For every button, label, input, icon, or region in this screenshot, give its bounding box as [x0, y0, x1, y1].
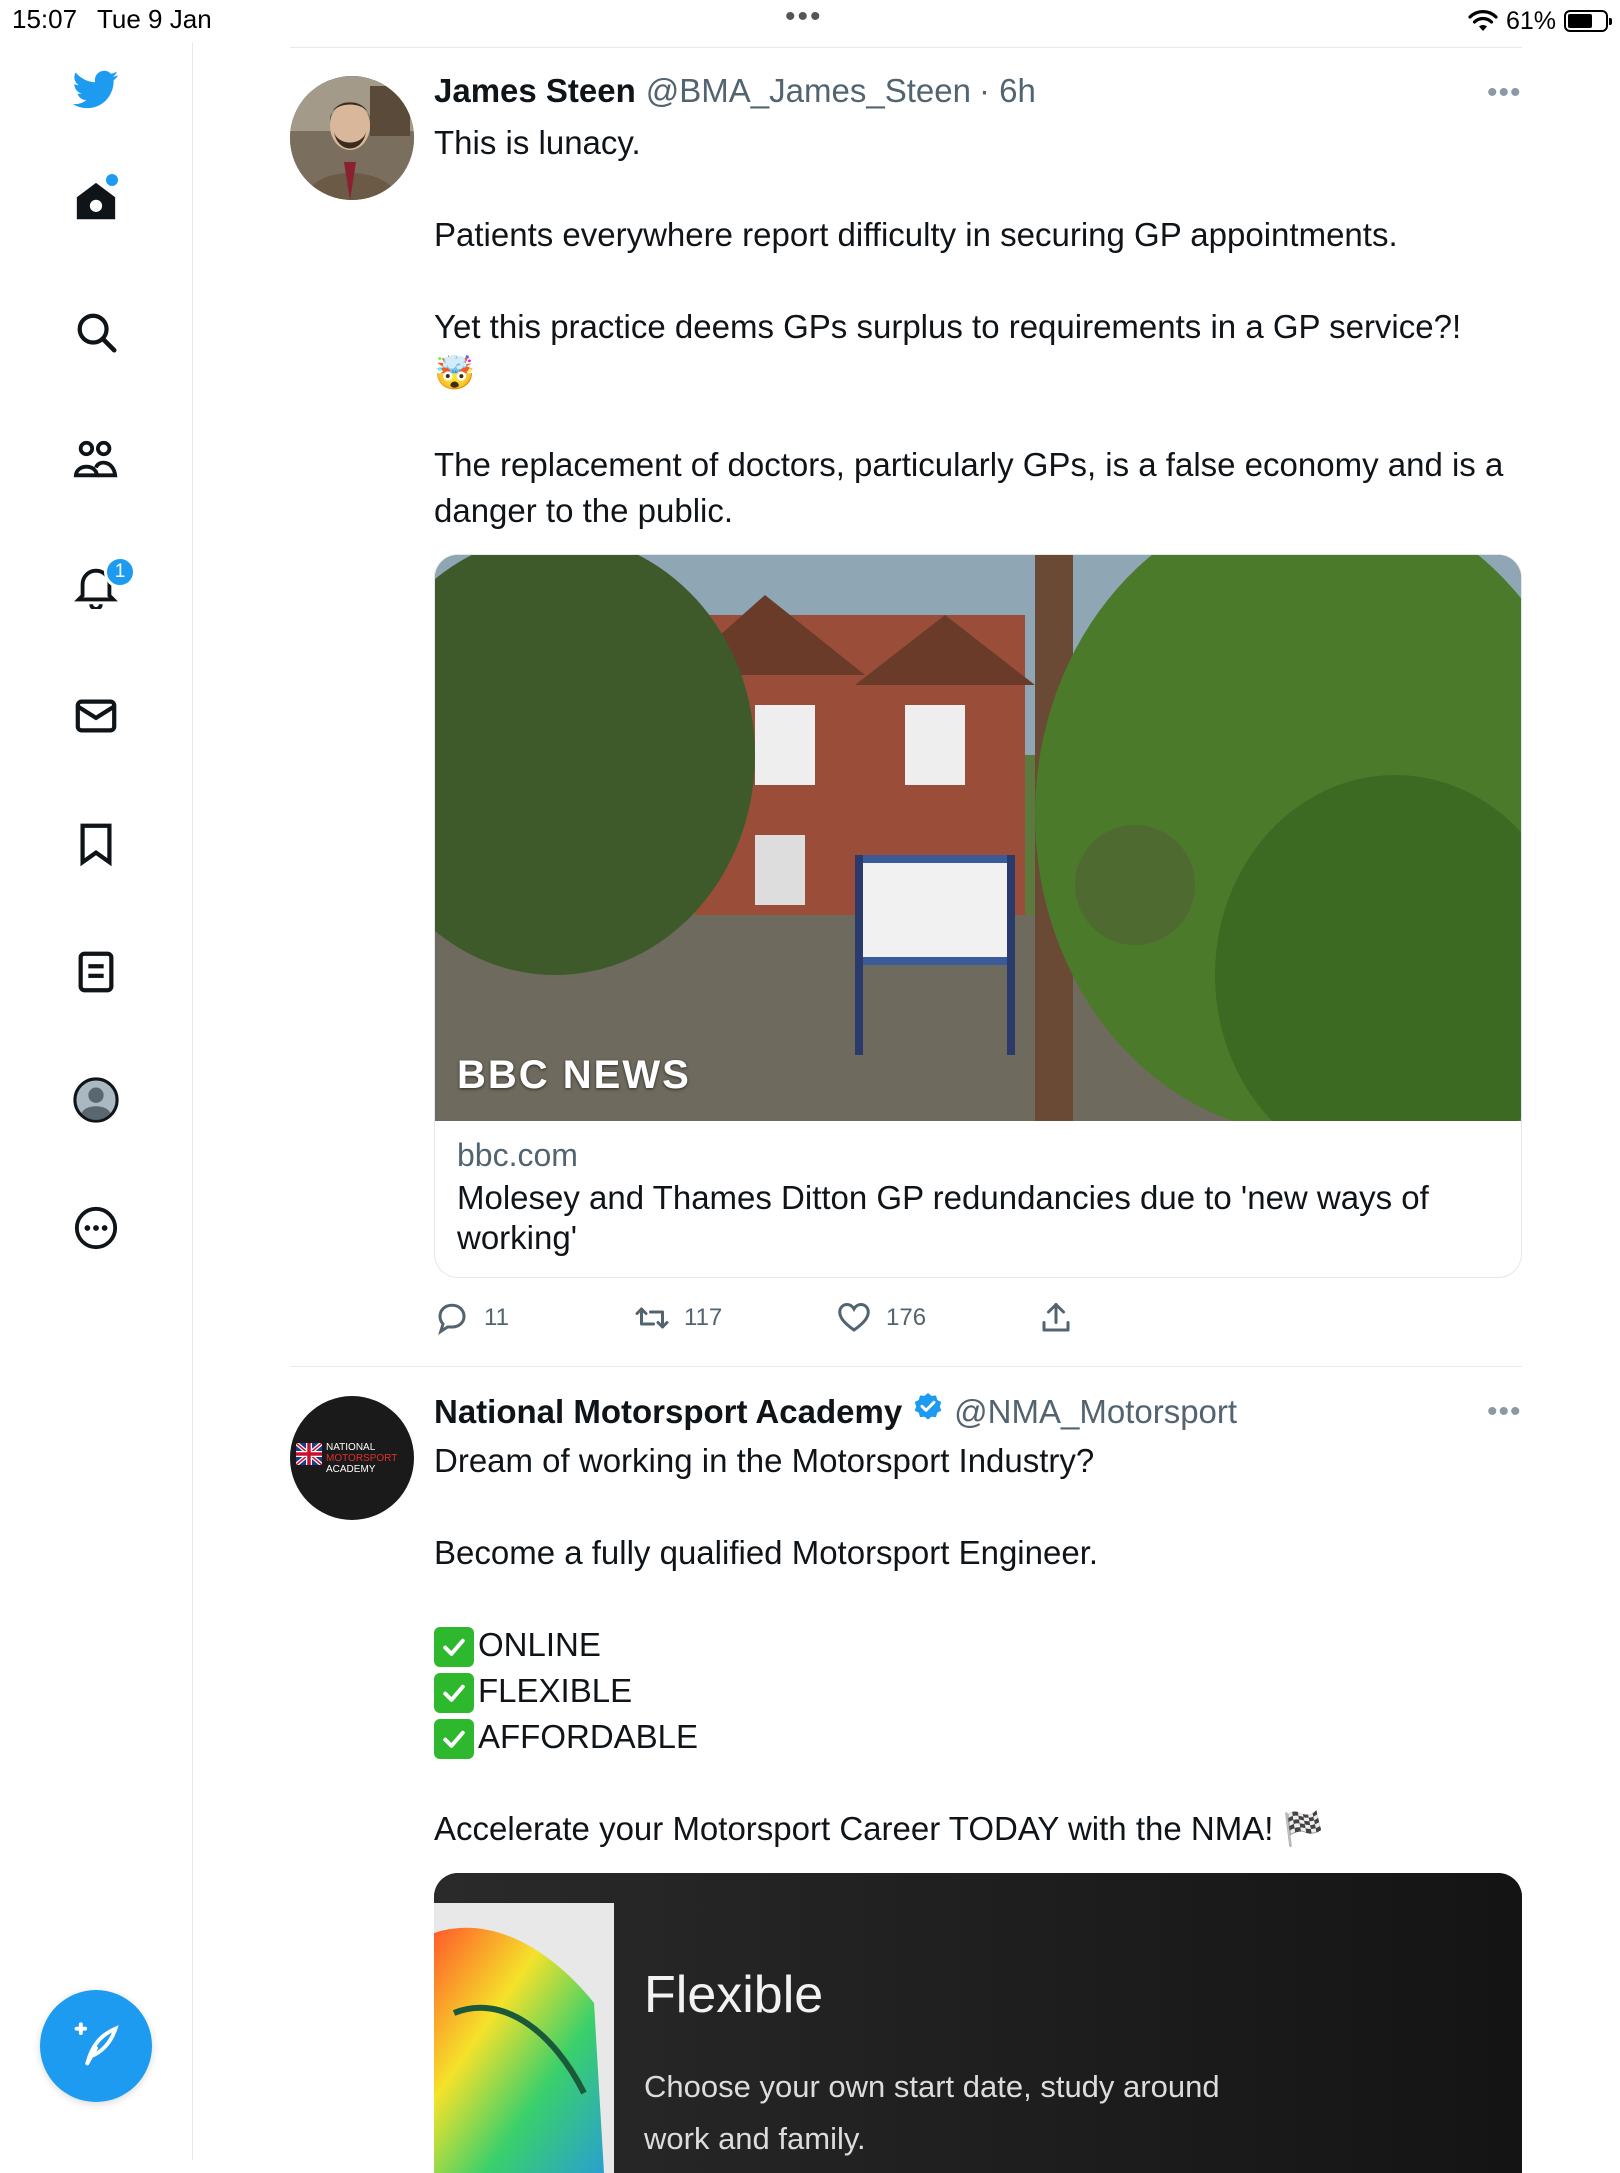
tweet-line: Become a fully qualified Motorsport Engi…: [434, 1534, 1099, 1571]
status-right: 61%: [1468, 4, 1612, 38]
compose-tweet-button[interactable]: [40, 1990, 152, 2102]
card-image: BBC NEWS: [435, 555, 1521, 1175]
avatar-logo-line: ACADEMY: [326, 1464, 376, 1475]
tweet-line: Accelerate your Motorsport Career TODAY …: [434, 1810, 1324, 1847]
tweet-text: Dream of working in the Motorsport Indus…: [434, 1438, 1524, 1852]
checklist-label: FLEXIBLE: [478, 1672, 633, 1709]
tweet-checklist-item: FLEXIBLE: [434, 1668, 1524, 1714]
checkmark-icon: [434, 1627, 474, 1667]
battery-percent: 61%: [1505, 6, 1556, 35]
communities-icon[interactable]: [66, 430, 126, 490]
promo-body-line: Choose your own start date, study around: [644, 2069, 1220, 2104]
bbc-news-watermark: BBC NEWS: [457, 1053, 691, 1097]
tweet-line: Dream of working in the Motorsport Indus…: [434, 1442, 1095, 1479]
checkmark-icon: [434, 1673, 474, 1713]
checklist-label: AFFORDABLE: [478, 1718, 699, 1755]
tweet-line: Yet this practice deems GPs surplus to r…: [434, 308, 1462, 345]
avatar-logo-line: NATIONAL: [326, 1442, 376, 1453]
author-name[interactable]: National Motorsport Academy: [434, 1393, 902, 1431]
share-icon: [1042, 1303, 1070, 1332]
avatar[interactable]: NATIONAL MOTORSPORT ACADEMY: [290, 1396, 414, 1520]
battery-icon: [1564, 10, 1612, 32]
tweet-line: The replacement of doctors, particularly…: [434, 446, 1504, 529]
checklist-label: ONLINE: [478, 1626, 601, 1663]
card-info: bbc.com Molesey and Thames Ditton GP red…: [435, 1121, 1521, 1258]
status-time: 15:07: [12, 4, 78, 34]
feed-top-divider: [290, 47, 1522, 48]
author-handle[interactable]: @BMA_James_Steen: [646, 72, 971, 110]
tweet-emoji: 🤯: [434, 354, 476, 391]
tweet-text: This is lunacy. Patients everywhere repo…: [434, 120, 1524, 534]
tweet-time[interactable]: · 6h: [979, 72, 1036, 110]
checkmark-icon: [434, 1719, 474, 1759]
avatar-photo: [290, 76, 414, 200]
tweet-header: National Motorsport Academy @NMA_Motorsp…: [434, 1391, 1237, 1431]
like-button[interactable]: 176: [836, 1300, 926, 1336]
verified-badge-icon: [912, 1391, 944, 1423]
tweet-more-icon[interactable]: •••: [1487, 1395, 1522, 1429]
tweet-header: James Steen @BMA_James_Steen · 6h: [434, 72, 1036, 110]
tweet-actions: 11 117 176: [434, 1298, 1522, 1338]
reply-icon: [438, 1303, 466, 1336]
avatar-logo-text: NATIONAL MOTORSPORT ACADEMY: [326, 1442, 397, 1475]
tweet-more-icon[interactable]: •••: [1487, 76, 1522, 110]
home-unread-dot: [104, 172, 120, 188]
share-button[interactable]: [1038, 1300, 1074, 1336]
promo-heading: Flexible: [644, 1966, 824, 2024]
twitter-logo-icon[interactable]: [66, 59, 126, 119]
retweet-icon: [635, 1307, 669, 1329]
search-icon[interactable]: [66, 302, 126, 362]
author-name[interactable]: James Steen: [434, 72, 636, 110]
reply-count: 11: [484, 1304, 509, 1331]
card-domain: bbc.com: [457, 1137, 578, 1173]
status-date: Tue 9 Jan: [97, 4, 212, 34]
notifications-badge: 1: [104, 556, 136, 588]
tweet-line: This is lunacy.: [434, 124, 641, 161]
card-title: Molesey and Thames Ditton GP redundancie…: [457, 1179, 1429, 1256]
reply-button[interactable]: 11: [434, 1300, 509, 1336]
like-count: 176: [886, 1304, 927, 1331]
tweet-line: Patients everywhere report difficulty in…: [434, 216, 1398, 253]
bookmarks-icon[interactable]: [66, 814, 126, 874]
avatar[interactable]: [290, 76, 414, 200]
promo-media[interactable]: Flexible Choose your own start date, stu…: [434, 1873, 1522, 2173]
wifi-icon: [1468, 10, 1498, 31]
promo-body-line: work and family.: [644, 2121, 866, 2156]
tweet-checklist-item: AFFORDABLE: [434, 1714, 1524, 1760]
more-icon[interactable]: [66, 1198, 126, 1258]
avatar-logo-line: MOTORSPORT: [326, 1453, 398, 1464]
link-card[interactable]: BBC NEWS bbc.com Molesey and Thames Ditt…: [434, 554, 1522, 1278]
tweet-checklist-item: ONLINE: [434, 1622, 1524, 1668]
sidebar-divider: [192, 42, 193, 2160]
profile-icon[interactable]: [66, 1070, 126, 1130]
lists-icon[interactable]: [66, 942, 126, 1002]
author-handle[interactable]: @NMA_Motorsport: [954, 1393, 1237, 1431]
retweet-button[interactable]: 117: [634, 1300, 722, 1336]
messages-icon[interactable]: [66, 686, 126, 746]
tweet-divider: [290, 1366, 1522, 1367]
compose-icon: [74, 2022, 119, 2066]
union-jack-icon: [294, 1441, 324, 1467]
heart-icon: [838, 1302, 870, 1332]
card-photo: [435, 555, 1521, 1175]
promo-body: Choose your own start date, study around…: [644, 2061, 1220, 2165]
multitasking-dots-icon[interactable]: •••: [785, 0, 823, 34]
retweet-count: 117: [684, 1304, 723, 1331]
